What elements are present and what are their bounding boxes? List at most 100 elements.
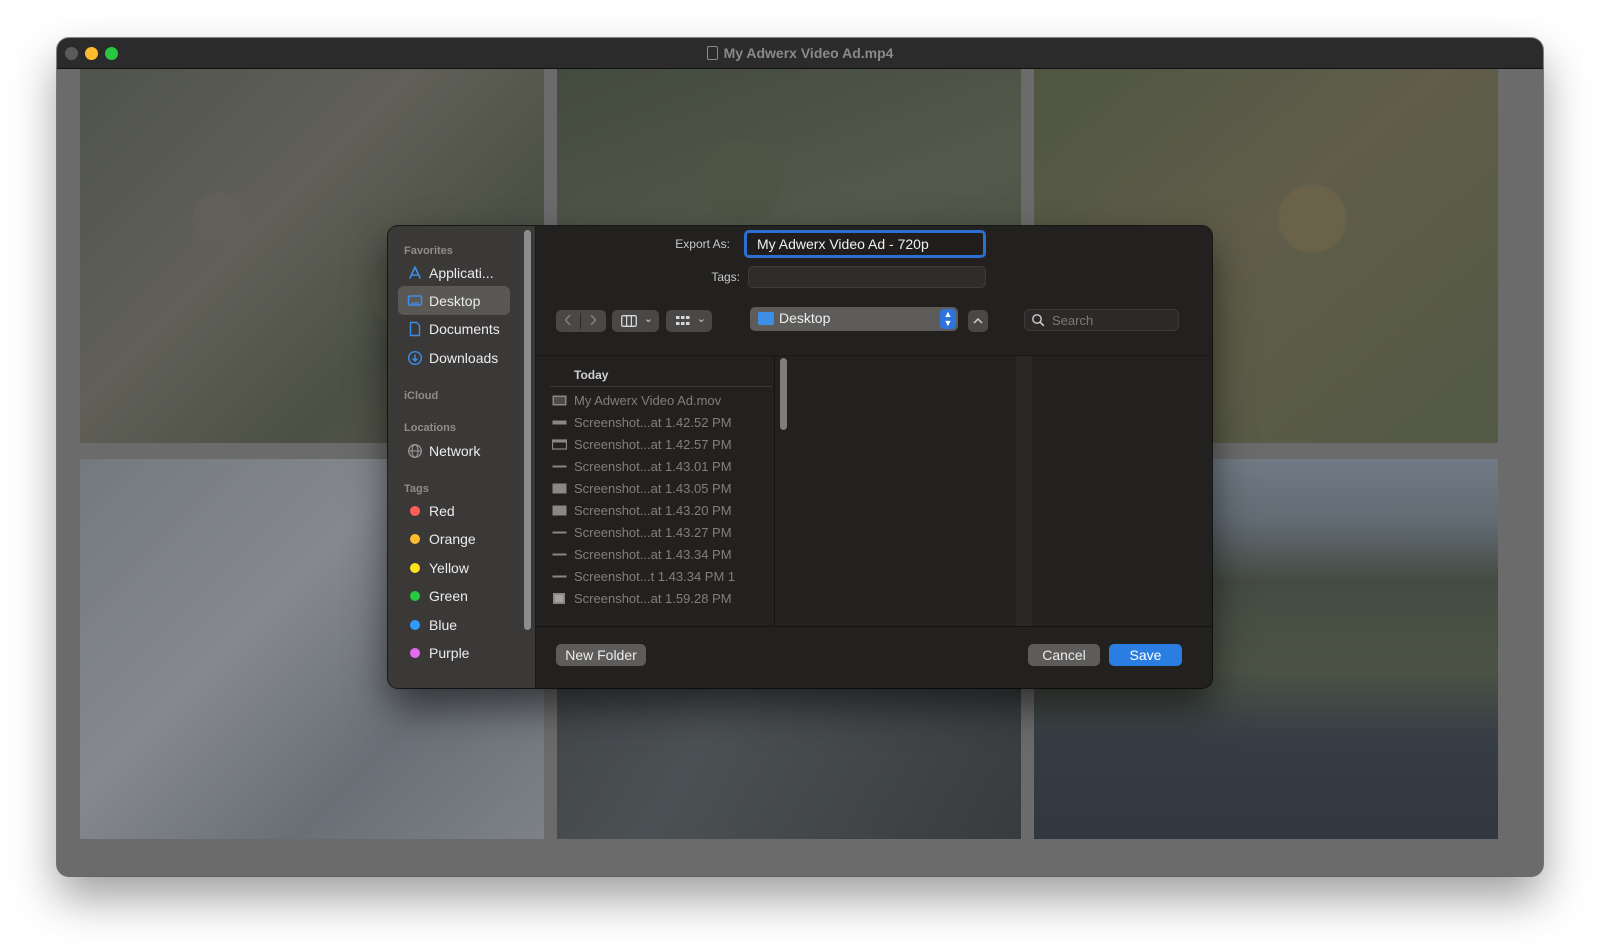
sidebar-tag-orange[interactable]: Orange [398,524,510,553]
locations-header: Locations [404,422,456,434]
file-column: Today My Adwerx Video Ad.mov Screenshot.… [536,356,774,626]
divider [536,626,1212,627]
file-row[interactable]: Screenshot...at 1.42.57 PM [550,434,772,456]
sidebar-item-label: Purple [429,645,470,661]
tags-label: Tags: [711,270,740,284]
tag-color-dot [410,591,420,601]
file-row[interactable]: Screenshot...t 1.43.34 PM 1 [550,566,772,588]
file-row[interactable]: Screenshot...at 1.43.01 PM [550,456,772,478]
grid-group-icon [676,316,690,325]
sidebar-item-downloads[interactable]: Downloads [398,343,510,372]
sidebar-item-label: Documents [429,321,500,337]
sidebar-item-label: Orange [429,531,476,547]
file-row[interactable]: Screenshot...at 1.42.52 PM [550,412,772,434]
back-button[interactable] [556,310,580,332]
sidebar-item-desktop[interactable]: Desktop [398,286,510,315]
sidebar: Favorites Applicati... Desktop Documents… [388,226,536,688]
file-name: Screenshot...at 1.43.05 PM [574,481,732,496]
tag-color-dot [410,620,420,630]
back-forward-buttons [556,310,606,332]
chevron-up-icon [973,317,983,324]
network-icon [408,444,422,458]
export-as-field[interactable]: My Adwerx Video Ad - 720p [744,230,986,258]
tags-header: Tags [404,483,429,495]
video-file-icon [552,395,567,406]
forward-button[interactable] [581,310,605,332]
new-folder-button[interactable]: New Folder [556,644,646,666]
file-row[interactable]: Screenshot...at 1.59.28 PM [550,588,772,610]
file-name: Screenshot...at 1.43.34 PM [574,547,732,562]
image-file-icon [552,465,567,468]
chevron-right-icon [590,314,597,326]
column-view-icon [621,315,637,327]
export-as-label: Export As: [675,237,730,251]
icloud-header[interactable]: iCloud [404,390,438,402]
applications-icon [409,266,421,279]
location-name: Desktop [779,310,831,326]
chevron-down-icon: ⌄ [696,313,706,325]
sidebar-item-label: Desktop [429,293,481,309]
view-mode-button[interactable]: ⌄ [612,310,659,332]
tags-field[interactable] [748,266,986,288]
documents-icon [409,321,421,337]
window-title-text: My Adwerx Video Ad.mp4 [723,45,894,61]
image-file-icon [552,531,567,534]
sidebar-scrollbar[interactable] [524,230,531,630]
location-popup[interactable]: Desktop ▲ ▼ [750,307,958,331]
image-file-icon [552,483,567,494]
window-title: My Adwerx Video Ad.mp4 [57,45,1543,61]
dialog-main: Export As: My Adwerx Video Ad - 720p Tag… [536,226,1212,688]
image-file-icon [552,505,567,516]
file-name: Screenshot...at 1.42.57 PM [574,437,732,452]
sidebar-item-applications[interactable]: Applicati... [398,258,510,287]
file-name: Screenshot...at 1.42.52 PM [574,415,732,430]
file-name: My Adwerx Video Ad.mov [574,393,722,408]
column-divider[interactable] [774,356,775,626]
scrollbar-thumb[interactable] [780,358,787,430]
group-header-today: Today [574,368,609,382]
file-row[interactable]: Screenshot...at 1.43.34 PM [550,544,772,566]
sidebar-item-label: Applicati... [429,265,494,281]
search-icon [1032,314,1045,327]
divider [550,386,772,387]
tag-color-dot [410,563,420,573]
image-file-icon [552,439,567,450]
file-list-scrollbar[interactable] [780,358,787,624]
sidebar-item-label: Downloads [429,350,499,366]
sidebar-item-documents[interactable]: Documents [398,314,510,343]
sidebar-item-label: Green [429,588,468,604]
sidebar-tag-blue[interactable]: Blue [398,610,510,639]
file-name: Screenshot...at 1.43.01 PM [574,459,732,474]
file-name: Screenshot...at 1.43.20 PM [574,503,732,518]
sidebar-tag-green[interactable]: Green [398,581,510,610]
favorites-header: Favorites [404,245,453,257]
sidebar-item-label: Network [429,443,481,459]
desktop-icon [407,295,423,306]
image-file-icon [552,575,567,578]
sidebar-item-label: Red [429,503,455,519]
collapse-dialog-button[interactable] [968,310,988,332]
chevron-down-icon: ⌄ [643,313,653,325]
search-field[interactable]: Search [1024,309,1179,331]
save-button[interactable]: Save [1109,644,1182,666]
cancel-button[interactable]: Cancel [1028,644,1100,666]
image-file-icon [553,593,565,604]
popup-stepper-icon: ▲ ▼ [940,309,956,329]
column-resize-strip[interactable] [1016,356,1032,626]
file-row[interactable]: Screenshot...at 1.43.27 PM [550,522,772,544]
save-dialog: Favorites Applicati... Desktop Documents… [388,226,1212,688]
search-placeholder: Search [1052,313,1094,328]
file-row[interactable]: My Adwerx Video Ad.mov [550,390,772,412]
image-file-icon [552,553,567,556]
document-icon [706,46,718,60]
sidebar-item-network[interactable]: Network [398,436,510,465]
file-row[interactable]: Screenshot...at 1.43.05 PM [550,478,772,500]
chevron-left-icon [564,314,571,326]
group-by-button[interactable]: ⌄ [666,310,712,332]
file-name: Screenshot...at 1.59.28 PM [574,591,732,606]
sidebar-tag-yellow[interactable]: Yellow [398,553,510,582]
sidebar-tag-purple[interactable]: Purple [398,638,510,667]
sidebar-tag-red[interactable]: Red [398,496,510,525]
tag-color-dot [410,506,420,516]
file-row[interactable]: Screenshot...at 1.43.20 PM [550,500,772,522]
